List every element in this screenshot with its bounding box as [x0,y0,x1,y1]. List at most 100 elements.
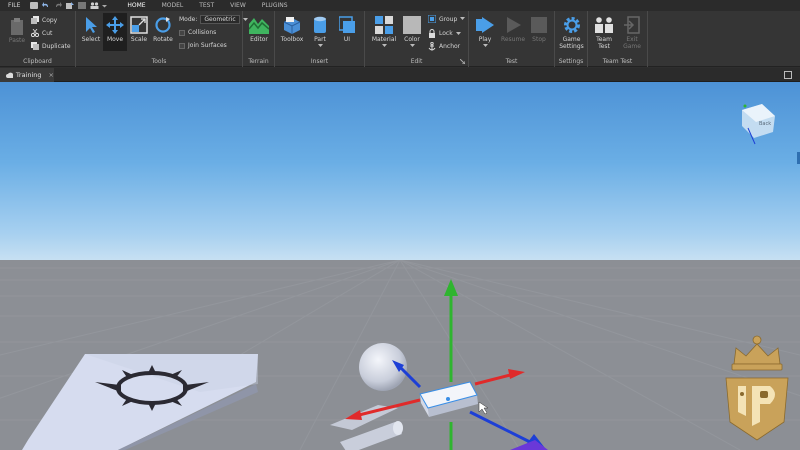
material-button[interactable]: Material [369,16,399,48]
cut-label: Cut [42,29,53,37]
tab-model[interactable]: MODEL [154,0,192,11]
game-settings-button[interactable]: Game Settings [557,16,586,50]
expand-group-icon[interactable] [460,59,465,64]
terrain-editor-label: Editor [250,36,268,43]
terrain-group: Editor Terrain [243,11,275,67]
viewport-3d[interactable]: Back [0,82,800,450]
insert-group: Toolbox Part UI Insert [275,11,365,67]
mode-value[interactable]: Geometric [200,15,240,24]
team-create-icon[interactable] [90,2,99,9]
tab-test[interactable]: TEST [191,0,222,11]
resume-button[interactable]: Resume [499,16,527,43]
team-test-button[interactable]: Team Test [591,16,617,50]
color-button[interactable]: Color [401,16,423,48]
paste-icon [11,18,23,35]
ui-label: UI [343,36,351,43]
play-label: Play [478,36,492,43]
material-icon [375,16,393,34]
gizmo-x-arrow-icon[interactable] [508,369,525,379]
select-label: Select [81,36,101,43]
tab-plugins[interactable]: PLUGINS [254,0,296,11]
settings-group-label: Settings [558,58,584,65]
decal-tile-part[interactable] [22,354,258,450]
team-test-group-label: Team Test [602,58,633,65]
settings-group: Game Settings Settings [555,11,588,67]
copy-label: Copy [42,16,58,24]
duplicate-button[interactable]: Duplicate [31,42,71,50]
move-button[interactable]: Move [103,13,127,51]
group-button[interactable]: Group [428,15,466,23]
quick-access-toolbar [26,2,111,9]
lock-button[interactable]: Lock [428,29,461,38]
exit-game-label-2: Game [623,43,641,50]
document-tab-label: Training [15,71,42,79]
play-button[interactable]: Play [473,16,497,48]
chevron-down-icon [381,44,387,47]
close-tab-icon[interactable]: × [49,71,54,79]
stop-label: Stop [532,36,546,43]
exit-game-label-1: Exit [626,36,638,43]
crown-logo-watermark [725,335,789,441]
join-surfaces-toggle[interactable]: Join Surfaces [179,42,227,49]
team-test-label-1: Team [596,36,612,43]
stop-button[interactable]: Stop [528,16,550,43]
scale-button[interactable]: Scale [127,16,151,43]
anchor-button[interactable]: Anchor [428,42,460,51]
part-icon [314,16,326,33]
join-surfaces-label: Join Surfaces [188,42,227,49]
redo-icon[interactable] [54,2,63,9]
mode-selector[interactable]: Mode: Geometric [179,15,248,24]
exit-game-icon [624,16,640,34]
view-cube[interactable]: Back [742,104,775,145]
chevron-down-icon [409,44,415,47]
tab-home[interactable]: HOME [119,0,153,11]
game-settings-label-1: Game [562,36,581,43]
collisions-toggle[interactable]: Collisions [179,29,216,36]
menu-bar: FILE HOME MODEL TEST VIEW PLUGINS [0,0,800,11]
tab-view[interactable]: VIEW [222,0,254,11]
insert-group-label: Insert [310,58,329,65]
stop-quick-icon[interactable] [78,2,87,9]
dropdown-chevron-icon[interactable] [102,2,108,9]
part-button[interactable]: Part [309,16,331,48]
select-icon [86,17,97,33]
paste-label: Paste [8,37,26,44]
chevron-down-icon [460,17,466,20]
mode-label: Mode: [179,16,198,23]
terrain-editor-button[interactable]: Editor [246,16,272,43]
move-icon [106,16,124,34]
terrain-group-label: Terrain [248,58,269,65]
paste-button[interactable]: Paste [6,17,28,44]
gizmo-x-axis[interactable] [474,372,515,386]
exit-game-button[interactable]: Exit Game [619,16,645,50]
publish-icon[interactable] [66,2,75,9]
gizmo-y-arrow-icon[interactable] [444,279,458,296]
resume-label: Resume [500,36,526,43]
restore-window-icon[interactable] [784,71,792,79]
ribbon: Paste Copy Cut Duplicate Clipboard Selec… [0,11,800,67]
undo-icon[interactable] [42,2,50,9]
anchor-icon [428,42,436,51]
color-label: Color [404,36,420,43]
save-icon[interactable] [30,2,39,9]
cut-button[interactable]: Cut [31,29,52,37]
document-tab-training[interactable]: Training × [0,68,54,82]
cut-icon [31,29,39,37]
ui-button[interactable]: UI [335,16,359,43]
scale-label: Scale [130,36,148,43]
collisions-checkbox[interactable] [179,29,185,36]
select-button[interactable]: Select [79,16,103,43]
join-surfaces-checkbox[interactable] [179,42,185,49]
copy-button[interactable]: Copy [31,16,57,24]
game-settings-label-2: Settings [559,43,584,50]
part-label: Part [314,36,326,43]
gizmo-z-axis[interactable] [469,410,531,444]
rotate-icon [155,17,171,33]
rotate-button[interactable]: Rotate [151,16,175,43]
file-menu[interactable]: FILE [0,2,26,9]
chevron-down-icon [455,31,461,35]
toolbox-button[interactable]: Toolbox [277,16,307,43]
team-test-group: Team Test Exit Game Team Test [588,11,648,67]
rotate-label: Rotate [153,36,173,43]
toolbox-icon [283,17,301,34]
